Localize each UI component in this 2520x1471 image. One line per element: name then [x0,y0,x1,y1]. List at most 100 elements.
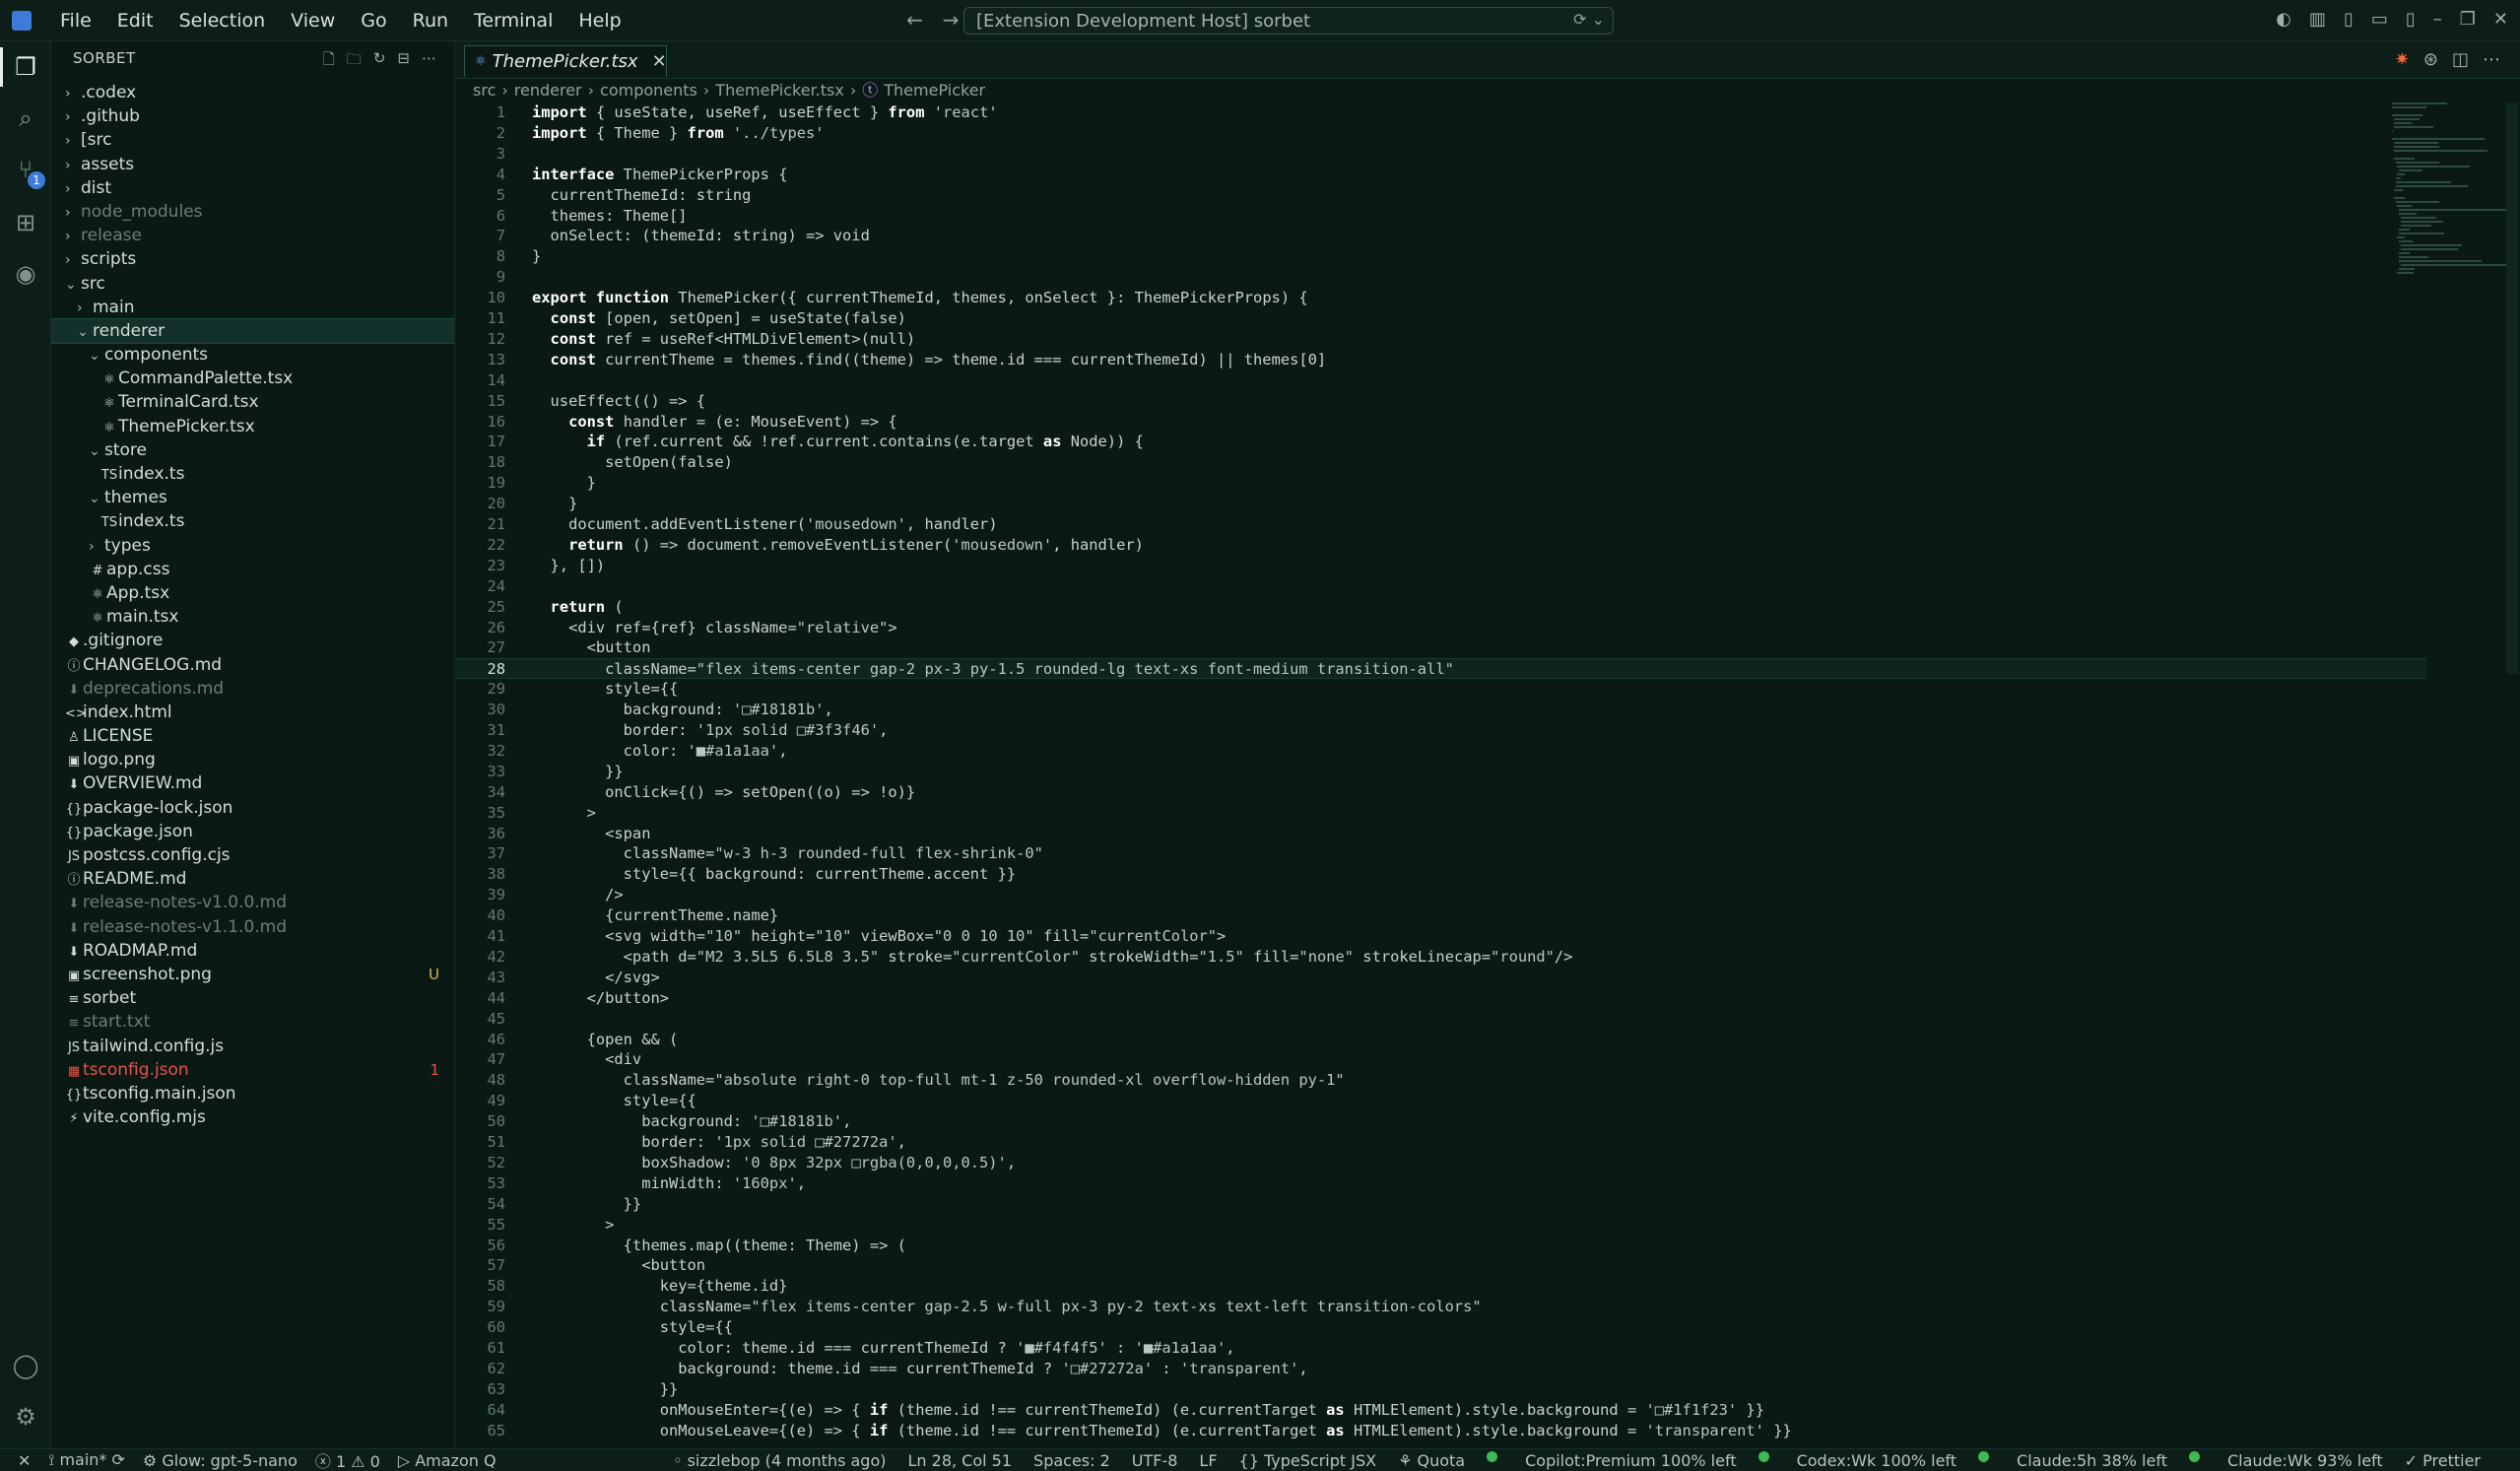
github-icon[interactable]: ◉ [12,260,39,288]
code-line[interactable]: 47 <div [456,1049,2426,1070]
tree-file[interactable]: {}package.json [51,820,454,843]
settings-gear-icon[interactable]: ⚙ [12,1403,39,1431]
new-file-icon[interactable]: 🗋 [323,49,335,74]
refresh-icon[interactable]: ↻ [373,49,386,74]
problems-status[interactable]: ⓧ 1 ⚠ 0 [315,1448,380,1471]
toggle-panel-icon[interactable]: ▭ [2371,9,2388,30]
toggle-secondary-sidebar-icon[interactable]: ▯ [2406,9,2416,30]
accounts-layout-icon[interactable]: ◐ [2276,9,2291,30]
code-line[interactable]: 63 }} [456,1379,2426,1400]
tree-folder[interactable]: ⌄ themes [51,486,454,509]
command-center[interactable]: [Extension Development Host] sorbet ⟳ ⌄ [963,7,1614,34]
tree-file[interactable]: ≡ start.txt [51,1010,454,1034]
tree-file[interactable]: ⬇ OVERVIEW.md [51,771,454,795]
tree-file[interactable]: ♙ LICENSE [51,724,454,748]
tab-themepicker[interactable]: ⚛ ThemePicker.tsx ✕ [464,45,667,77]
code-line[interactable]: 55 > [456,1215,2426,1236]
code-line[interactable]: 53 minWidth: '160px', [456,1173,2426,1194]
code-line[interactable]: 4 interface ThemePickerProps { [456,165,2426,185]
tree-file[interactable]: ⬇ ROADMAP.md [51,939,454,963]
status-item[interactable]: Claude:5h 38% left [2017,1451,2167,1470]
explorer-icon[interactable]: ❐ [12,53,39,81]
collapse-all-icon[interactable]: ⊟ [397,49,410,74]
code-line[interactable]: 32 color: '■#a1a1aa', [456,741,2426,762]
split-editor-icon[interactable]: ◫ [2452,49,2469,70]
code-line[interactable]: 60 style={{ [456,1317,2426,1338]
code-line[interactable]: 61 color: theme.id === currentThemeId ? … [456,1338,2426,1359]
search-icon[interactable]: ⌕ [12,104,39,132]
tree-file[interactable]: JS tailwind.config.js [51,1035,454,1058]
code-line[interactable]: 27 <button [456,637,2426,658]
status-item[interactable]: {} TypeScript JSX [1239,1451,1377,1470]
code-line[interactable]: 51 border: '1px solid □#27272a', [456,1132,2426,1153]
code-line[interactable]: 50 background: '□#18181b', [456,1111,2426,1132]
accounts-icon[interactable]: ◯ [12,1352,39,1379]
status-item[interactable]: Spaces: 2 [1033,1451,1110,1470]
back-arrow-icon[interactable]: ← [906,8,923,32]
tree-file[interactable]: TSindex.ts [51,509,454,533]
tree-file[interactable]: ▦ tsconfig.json 1 [51,1058,454,1082]
code-line[interactable]: 39 /> [456,885,2426,905]
status-item[interactable]: Ln 28, Col 51 [908,1451,1013,1470]
tree-file[interactable]: ⓘ CHANGELOG.md [51,653,454,677]
code-line[interactable]: 15 useEffect(() => { [456,391,2426,412]
code-line[interactable]: 64 onMouseEnter={(e) => { if (theme.id !… [456,1400,2426,1421]
open-changes-icon[interactable]: ⊛ [2423,49,2438,70]
tree-file[interactable]: JS postcss.config.cjs [51,843,454,867]
code-line[interactable]: 48 className="absolute right-0 top-full … [456,1070,2426,1091]
more-actions-icon[interactable]: ⋯ [422,49,436,74]
code-line[interactable]: 58 key={theme.id} [456,1276,2426,1297]
breadcrumb-item[interactable]: components [600,79,697,102]
code-line[interactable]: 52 boxShadow: '0 8px 32px □rgba(0,0,0,0.… [456,1153,2426,1173]
tree-folder[interactable]: ⌄ src [51,272,454,296]
more-actions-icon[interactable]: ⋯ [2483,49,2500,70]
tree-folder[interactable]: › types [51,534,454,558]
tree-file[interactable]: ⬇ deprecations.md [51,677,454,701]
new-folder-icon[interactable]: 🗀 [347,49,362,74]
code-line[interactable]: 59 className="flex items-center gap-2.5 … [456,1297,2426,1317]
code-line[interactable]: 41 <svg width="10" height="10" viewBox="… [456,926,2426,947]
status-item[interactable]: Claude:Wk 93% left [2227,1451,2383,1470]
breadcrumb-item[interactable]: ThemePicker [884,79,985,102]
code-line[interactable]: 1 import { useState, useRef, useEffect } … [456,102,2426,123]
code-line[interactable]: 13 const currentTheme = themes.find((the… [456,350,2426,370]
status-item[interactable]: UTF-8 [1132,1451,1178,1470]
code-line[interactable]: 2 import { Theme } from '../types' [456,123,2426,144]
status-item[interactable]: ✓ Prettier [2405,1451,2481,1470]
minimap[interactable] [2392,102,2517,280]
code-line[interactable]: 34 onClick={() => setOpen((o) => !o)} [456,782,2426,803]
code-line[interactable]: 42 <path d="M2 3.5L5 6.5L8 3.5" stroke="… [456,947,2426,968]
status-item[interactable]: Codex:Wk 100% left [1797,1451,1956,1470]
menu-file[interactable]: File [47,10,104,32]
tree-file[interactable]: ≡ sorbet [51,986,454,1010]
tree-file[interactable]: ◆ .gitignore [51,629,454,652]
code-line[interactable]: 36 <span [456,824,2426,844]
code-line[interactable]: 56 {themes.map((theme: Theme) => ( [456,1236,2426,1256]
code-line[interactable]: 7 onSelect: (themeId: string) => void [456,226,2426,246]
code-line[interactable]: 28 className="flex items-center gap-2 px… [456,658,2426,680]
tree-file[interactable]: ⚛ App.tsx [51,581,454,605]
code-line[interactable]: 25 return ( [456,597,2426,618]
amazon-q-status[interactable]: ▷ Amazon Q [398,1451,497,1470]
tree-file[interactable]: <>index.html [51,701,454,724]
tree-folder[interactable]: › dist [51,176,454,200]
code-line[interactable]: 35 > [456,803,2426,824]
code-line[interactable]: 24 [456,576,2426,597]
tree-file[interactable]: ⬇ release-notes-v1.1.0.md [51,915,454,939]
code-line[interactable]: 38 style={{ background: currentTheme.acc… [456,864,2426,885]
editor-scrollbar[interactable] [2506,102,2518,674]
code-line[interactable]: 45 [456,1009,2426,1030]
status-item[interactable]: ◦ sizzlebop (4 months ago) [673,1451,886,1470]
menu-terminal[interactable]: Terminal [461,10,565,32]
tree-file[interactable]: ⓘ README.md [51,867,454,891]
extensions-icon[interactable]: ⊞ [12,209,39,236]
code-line[interactable]: 17 if (ref.current && !ref.current.conta… [456,432,2426,452]
code-line[interactable]: 3 [456,144,2426,165]
code-line[interactable]: 40 {currentTheme.name} [456,905,2426,926]
tree-folder[interactable]: › scripts [51,247,454,271]
menu-selection[interactable]: Selection [166,10,279,32]
code-line[interactable]: 19 } [456,473,2426,494]
code-line[interactable]: 57 <button [456,1255,2426,1276]
close-window-icon[interactable]: ✕ [2493,9,2508,30]
breadcrumb-item[interactable]: ThemePicker.tsx [715,79,844,102]
